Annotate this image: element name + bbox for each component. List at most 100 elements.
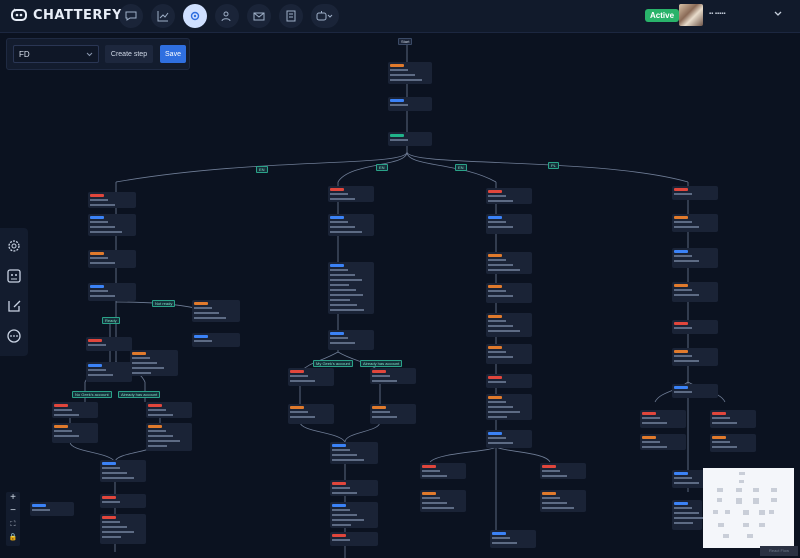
zoom-out-button[interactable]: − (6, 505, 20, 517)
flow-step-node[interactable] (328, 214, 374, 236)
flow-step-node[interactable] (192, 333, 240, 347)
step-text-line (542, 507, 574, 509)
flow-step-node[interactable] (388, 62, 432, 84)
flow-step-node[interactable] (88, 250, 136, 268)
flow-step-node[interactable] (640, 434, 686, 450)
flow-step-node[interactable] (328, 330, 374, 350)
flow-step-node[interactable] (540, 463, 586, 479)
flow-step-node[interactable] (52, 423, 98, 443)
flow-step-node[interactable] (540, 490, 586, 512)
flow-step-node[interactable] (100, 460, 146, 482)
step-text-line (674, 289, 692, 291)
step-text-line (372, 375, 390, 377)
nav-flows-button[interactable] (183, 4, 207, 28)
flow-step-node[interactable] (486, 252, 532, 274)
flow-step-node[interactable] (146, 423, 192, 451)
save-button[interactable]: Save (160, 45, 186, 63)
flow-step-node[interactable] (146, 402, 192, 418)
step-type-tag (422, 492, 436, 495)
flow-step-node[interactable] (100, 494, 146, 508)
flow-step-node[interactable] (486, 313, 532, 337)
flow-step-node[interactable] (100, 514, 146, 544)
nav-mail-button[interactable] (247, 4, 271, 28)
flow-step-node[interactable] (490, 530, 536, 548)
nav-chats-button[interactable] (119, 4, 143, 28)
more-options-icon[interactable] (6, 328, 22, 344)
step-text-line (372, 411, 390, 413)
flow-step-node[interactable] (330, 480, 378, 496)
flow-step-node[interactable] (192, 300, 240, 322)
nav-templates-button[interactable] (279, 4, 303, 28)
flow-step-node[interactable] (330, 442, 378, 464)
flow-step-node[interactable] (672, 186, 718, 200)
chevron-down-icon[interactable] (773, 9, 783, 19)
create-step-button[interactable]: Create step (105, 45, 153, 63)
step-type-tag (372, 370, 386, 373)
flow-step-node[interactable] (486, 283, 532, 303)
zoom-in-button[interactable]: + (6, 492, 20, 504)
nav-users-button[interactable] (215, 4, 239, 28)
step-text-line (332, 454, 357, 456)
flow-step-node[interactable] (486, 430, 532, 448)
start-node[interactable]: Start (398, 38, 413, 45)
flow-step-node[interactable] (330, 532, 378, 546)
flow-step-node[interactable] (710, 434, 756, 452)
step-type-tag (390, 134, 404, 137)
flow-step-node[interactable] (672, 348, 718, 366)
flow-step-node[interactable] (486, 344, 532, 364)
lock-icon[interactable]: 🔒 (6, 532, 20, 544)
flow-step-node[interactable] (388, 132, 432, 146)
step-text-line (488, 320, 506, 322)
flow-step-node[interactable] (672, 214, 718, 232)
flow-step-node[interactable] (370, 404, 416, 424)
bot-face-icon[interactable] (6, 268, 22, 284)
flow-step-node[interactable] (288, 404, 334, 424)
flow-step-node[interactable] (420, 490, 466, 512)
step-type-tag (642, 436, 656, 439)
flow-select-value: FD (19, 49, 30, 59)
fit-view-button[interactable]: ⛶ (6, 519, 20, 531)
flow-step-node[interactable] (672, 500, 706, 530)
flow-step-node[interactable] (328, 186, 374, 202)
edit-note-icon[interactable] (6, 298, 22, 314)
step-text-line (330, 221, 348, 223)
flow-step-node[interactable] (672, 282, 718, 302)
flow-step-node[interactable] (288, 368, 334, 386)
flow-step-node[interactable] (52, 402, 98, 418)
flow-step-node[interactable] (130, 350, 178, 376)
step-type-tag (290, 406, 304, 409)
users-icon (221, 11, 231, 22)
step-text-line (148, 409, 166, 411)
step-type-tag (102, 516, 116, 519)
flow-step-node[interactable] (86, 362, 132, 382)
flow-step-node[interactable] (328, 262, 374, 314)
flow-step-node[interactable] (672, 248, 718, 268)
flow-step-node[interactable] (640, 410, 686, 428)
flow-step-node[interactable] (88, 283, 136, 301)
flow-step-node[interactable] (86, 337, 132, 351)
flow-step-node[interactable] (672, 320, 718, 334)
step-text-line (290, 375, 308, 377)
flow-step-node[interactable] (420, 463, 466, 479)
nav-bots-dropdown[interactable] (311, 4, 339, 28)
flow-step-node[interactable] (486, 214, 532, 234)
flow-step-node[interactable] (710, 410, 756, 428)
flow-step-node[interactable] (30, 502, 74, 516)
flow-step-node[interactable] (486, 394, 532, 420)
flow-step-node[interactable] (672, 384, 718, 398)
minimap[interactable] (703, 468, 794, 548)
condition-label: My Geek's account (313, 360, 353, 367)
nav-analytics-button[interactable] (151, 4, 175, 28)
flow-select[interactable]: FD (13, 45, 99, 63)
app-logo[interactable]: CHATTERFY (10, 7, 122, 23)
flow-step-node[interactable] (330, 502, 378, 528)
flow-step-node[interactable] (88, 192, 136, 208)
flow-step-node[interactable] (88, 214, 136, 236)
flow-step-node[interactable] (370, 368, 416, 384)
react-flow-attribution[interactable]: React Flow (760, 546, 798, 556)
flow-step-node[interactable] (486, 188, 532, 204)
flow-step-node[interactable] (388, 97, 432, 111)
settings-gear-icon[interactable] (6, 238, 22, 254)
flow-step-node[interactable] (486, 374, 532, 388)
avatar[interactable] (679, 4, 703, 26)
